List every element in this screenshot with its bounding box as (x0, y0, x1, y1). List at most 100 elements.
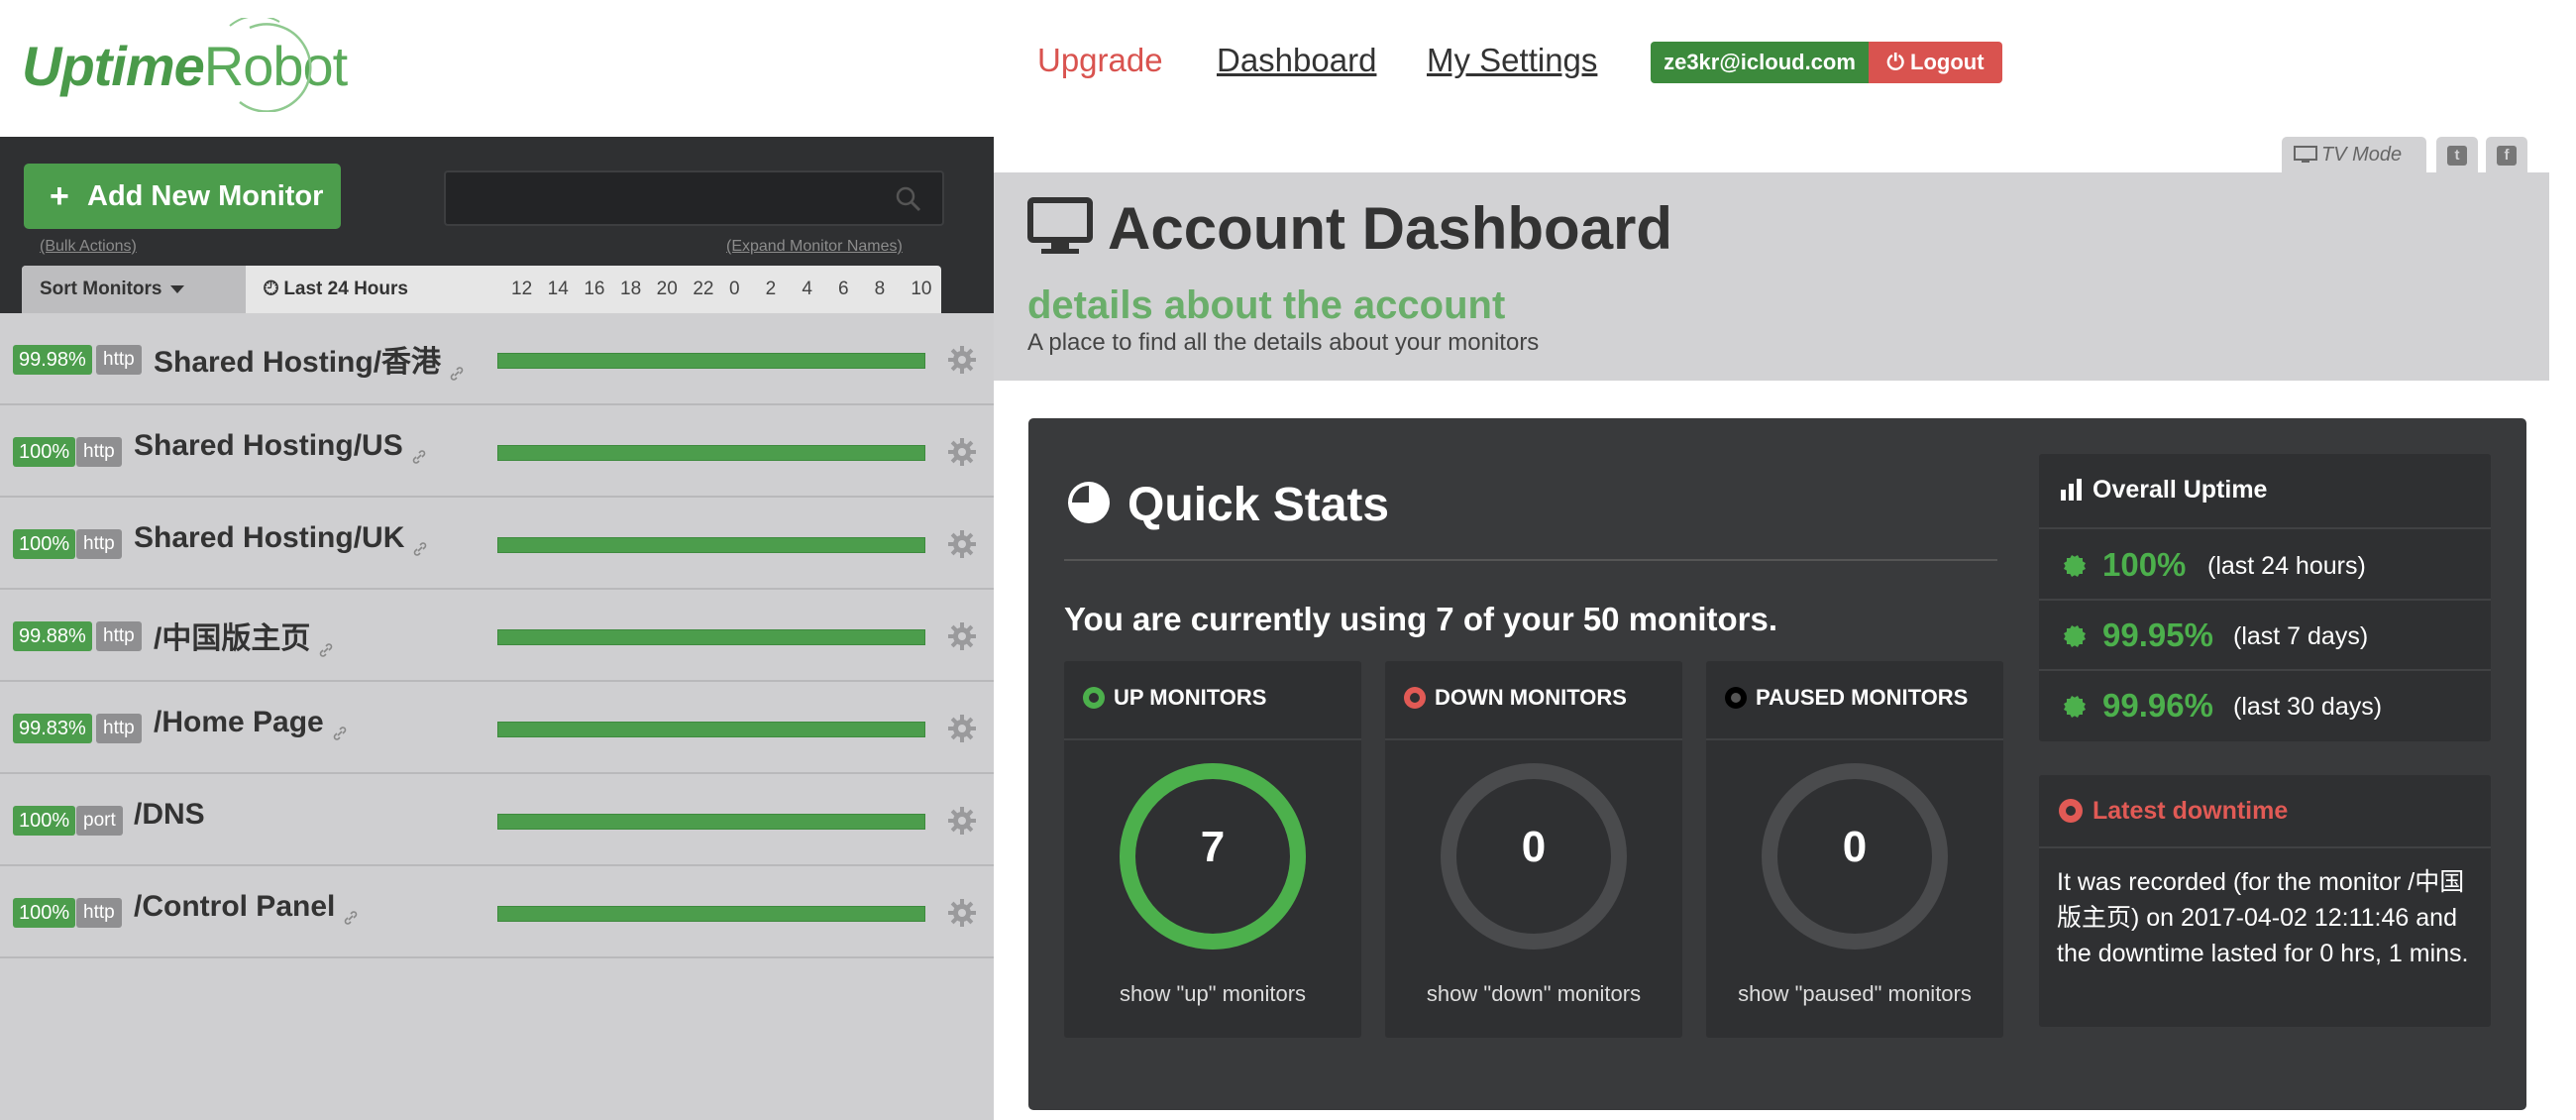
uptime-value: 100% (2102, 546, 2187, 583)
hour-tick: 16 (584, 279, 605, 299)
uptime-timeline-bar[interactable] (497, 906, 925, 922)
monitor-name[interactable]: /DNS (134, 798, 205, 832)
quick-stats-panel: Quick Stats You are currently using 7 of… (1028, 418, 2526, 1110)
uptime-badge: 100% (13, 437, 76, 467)
link-icon[interactable] (412, 531, 428, 556)
sidebar-toolbar: + Add New Monitor (Bulk Actions) (Expand… (0, 137, 994, 313)
uptime-timeline-bar[interactable] (497, 353, 925, 369)
uptimerobot-logo[interactable]: UptimeRobot (22, 18, 348, 112)
add-monitor-label: Add New Monitor (87, 180, 324, 212)
status-box-title: UP MONITORS (1114, 685, 1267, 710)
logout-button[interactable]: ⏻ Logout (1869, 42, 2002, 83)
facebook-button[interactable]: f (2486, 137, 2527, 172)
status-dot-icon (1725, 687, 1747, 709)
expand-monitor-names-link[interactable]: (Expand Monitor Names) (726, 238, 903, 256)
monitor-type-badge: http (76, 898, 122, 928)
uptime-badge: 99.88% (13, 621, 92, 651)
monitor-row[interactable]: 100% http Shared Hosting/UK (0, 498, 994, 590)
monitor-name[interactable]: Shared Hosting/香港 (154, 337, 465, 381)
monitor-row[interactable]: 100% port/DNS (0, 774, 994, 866)
monitor-name[interactable]: Shared Hosting/US (134, 429, 427, 464)
uptime-period: (last 24 hours) (2207, 552, 2366, 580)
twitter-button[interactable]: t (2436, 137, 2478, 172)
link-icon[interactable] (332, 716, 348, 740)
page-subtitle: details about the account (1027, 283, 1506, 327)
status-box-header: UP MONITORS (1064, 661, 1361, 740)
sort-monitors-label: Sort Monitors (40, 279, 162, 299)
uptime-timeline-bar[interactable] (497, 814, 925, 830)
show-monitors-link[interactable]: show "up" monitors (1064, 981, 1361, 1007)
monitor-type-badge: http (96, 621, 142, 651)
tv-mode-button[interactable]: TV Mode (2282, 137, 2426, 172)
top-header: UptimeRobot Upgrade Dashboard My Setting… (0, 0, 2576, 137)
gear-icon[interactable] (947, 621, 977, 651)
hour-tick: 0 (729, 279, 740, 299)
uptime-badge-icon (2059, 620, 2091, 652)
bulk-actions-link[interactable]: (Bulk Actions) (40, 238, 137, 256)
uptime-timeline-bar[interactable] (497, 445, 925, 461)
caret-down-icon (169, 284, 184, 293)
monitor-search-input[interactable] (444, 170, 944, 226)
link-icon[interactable] (318, 632, 334, 657)
uptime-timeline-bar[interactable] (497, 722, 925, 737)
tv-icon (2294, 146, 2317, 163)
sort-monitors-dropdown[interactable]: Sort Monitors (22, 266, 246, 313)
hour-tick: 6 (838, 279, 849, 299)
hour-tick: 20 (656, 279, 678, 299)
monitor-type-badge: http (76, 529, 122, 559)
gear-icon[interactable] (947, 345, 977, 375)
overall-uptime-title: Overall Uptime (2093, 476, 2268, 504)
uptime-timeline-bar[interactable] (497, 629, 925, 645)
tv-mode-label: TV Mode (2321, 144, 2403, 166)
hour-tick: 2 (765, 279, 777, 299)
link-icon[interactable] (449, 356, 465, 381)
uptime-period: (last 30 days) (2233, 693, 2383, 721)
uptime-badge-icon (2059, 691, 2091, 723)
add-monitor-button[interactable]: + Add New Monitor (24, 164, 341, 229)
nav-upgrade-link[interactable]: Upgrade (1037, 42, 1163, 79)
status-box-title: DOWN MONITORS (1435, 685, 1627, 710)
monitor-row[interactable]: 99.88% http/中国版主页 (0, 590, 994, 682)
link-icon[interactable] (343, 900, 359, 925)
gear-icon[interactable] (947, 529, 977, 559)
monitor-usage-text: You are currently using 7 of your 50 mon… (1064, 601, 1778, 637)
gear-icon[interactable] (947, 806, 977, 836)
link-icon[interactable] (411, 439, 427, 464)
logo-swoosh-icon (229, 18, 312, 112)
monitor-status-box: UP MONITORS 7 show "up" monitors (1064, 661, 1361, 1038)
hour-tick: 10 (911, 279, 932, 299)
monitor-row[interactable]: 99.98% http Shared Hosting/香港 (0, 313, 994, 405)
plus-icon: + (50, 177, 69, 215)
status-box-header: DOWN MONITORS (1385, 661, 1682, 740)
monitor-name-text: /Home Page (154, 706, 324, 738)
overall-uptime-panel: Overall Uptime 100% (last 24 hours) 99.95%… (2039, 454, 2491, 741)
status-box-header: PAUSED MONITORS (1706, 661, 2003, 740)
monitor-name[interactable]: /Control Panel (134, 890, 359, 925)
monitor-name[interactable]: /中国版主页 (154, 614, 334, 657)
monitor-row[interactable]: 100% http Shared Hosting/US (0, 405, 994, 498)
gear-icon[interactable] (947, 898, 977, 928)
monitor-name-text: /中国版主页 (154, 622, 311, 655)
time-range-label: 🕘︎ Last 24 Hours (264, 266, 408, 313)
monitor-name[interactable]: Shared Hosting/UK (134, 521, 428, 556)
uptime-period: (last 7 days) (2233, 622, 2369, 650)
uptime-badge-icon (2059, 550, 2091, 582)
page-title: Account Dashboard (1108, 195, 1673, 262)
user-email-button[interactable]: ze3kr@icloud.com (1651, 42, 1869, 83)
time-range-text: Last 24 Hours (283, 279, 408, 299)
gear-icon[interactable] (947, 714, 977, 743)
uptime-timeline-bar[interactable] (497, 537, 925, 553)
nav-dashboard-link[interactable]: Dashboard (1217, 42, 1376, 79)
monitor-row[interactable]: 99.83% http/Home Page (0, 682, 994, 774)
show-monitors-link[interactable]: show "paused" monitors (1706, 981, 2003, 1007)
status-count: 7 (1200, 823, 1226, 871)
show-monitors-link[interactable]: show "down" monitors (1385, 981, 1682, 1007)
monitor-row[interactable]: 100% http/Control Panel (0, 866, 994, 958)
power-icon: ⏻ (1886, 50, 1904, 74)
monitor-status-box: PAUSED MONITORS 0 show "paused" monitors (1706, 661, 2003, 1038)
uptime-badge: 100% (13, 529, 76, 559)
nav-settings-link[interactable]: My Settings (1427, 42, 1597, 79)
gear-icon[interactable] (947, 437, 977, 467)
status-box-title: PAUSED MONITORS (1756, 685, 1969, 710)
monitor-name[interactable]: /Home Page (154, 706, 348, 740)
